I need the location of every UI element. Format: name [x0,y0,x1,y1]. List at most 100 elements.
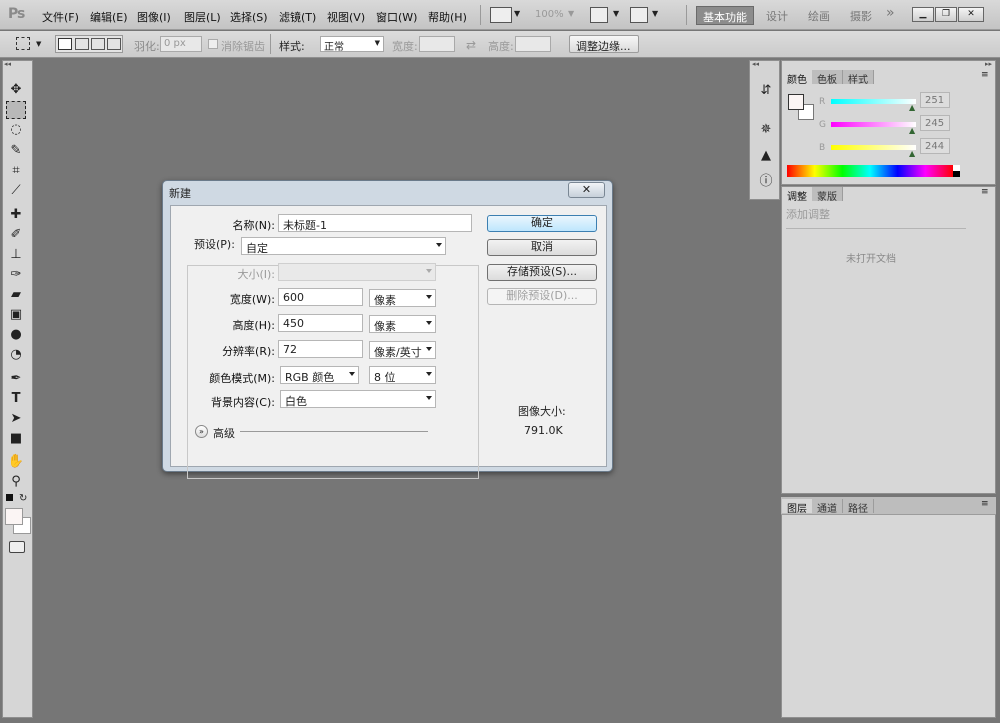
tab-color[interactable]: 颜色 [782,70,813,86]
g-slider[interactable] [831,122,916,127]
tab-swatches[interactable]: 色板 [812,70,843,86]
stamp-tool-icon[interactable]: ⊥ [6,246,26,264]
tab-paths[interactable]: 路径 [843,499,874,515]
width-input[interactable]: 600 [278,288,363,306]
bit-depth-select[interactable]: 8 位 [369,366,436,384]
arrange-documents-icon[interactable] [590,7,608,23]
r-slider[interactable] [831,99,916,104]
tab-styles[interactable]: 样式 [843,70,874,86]
resolution-input[interactable]: 72 [278,340,363,358]
tab-layers[interactable]: 图层 [782,499,813,515]
width-input[interactable] [419,36,455,52]
antialias-checkbox[interactable] [208,39,218,49]
ok-button[interactable]: 确定 [487,215,597,232]
b-value[interactable]: 244 [920,138,950,154]
color-ramp[interactable] [787,165,953,177]
info-panel-icon[interactable]: ⓘ [756,173,776,191]
chevron-down-icon[interactable]: ▼ [514,9,520,18]
quick-select-icon[interactable]: ✎ [6,142,26,160]
color-mode-select[interactable]: RGB 颜色 [280,366,359,384]
brush-tool-icon[interactable]: ✐ [6,226,26,244]
tab-channels[interactable]: 通道 [812,499,843,515]
dodge-tool-icon[interactable]: ◔ [6,346,26,364]
height-unit-select[interactable]: 像素 [369,315,436,333]
chevron-down-icon[interactable]: ▼ [652,9,658,18]
panel-menu-icon[interactable]: ≡ [981,187,989,197]
hand-tool-icon[interactable]: ✋ [6,453,26,471]
height-input[interactable]: 450 [278,314,363,332]
history-panel-icon[interactable]: ⇵ [756,82,776,100]
quick-mask-icon[interactable] [9,541,25,553]
gradient-tool-icon[interactable]: ▣ [6,306,26,324]
crop-tool-icon[interactable]: ⌗ [6,162,26,180]
menu-file[interactable]: 文件(F) [42,9,79,25]
add-selection-icon[interactable] [75,38,89,50]
workspace-painting[interactable]: 绘画 [802,6,836,25]
slider-handle-icon[interactable]: ▲ [909,103,915,112]
zoom-tool-icon[interactable]: ⚲ [6,473,26,491]
expand-advanced-icon[interactable]: » [195,425,208,438]
eyedropper-tool-icon[interactable]: ⟋ [6,182,26,200]
blur-tool-icon[interactable]: ● [6,326,26,344]
move-tool-icon[interactable]: ✥ [6,81,26,99]
histogram-panel-icon[interactable]: ▲ [756,147,776,165]
pen-tool-icon[interactable]: ✒ [6,370,26,388]
workspace-design[interactable]: 设计 [760,6,794,25]
collapse-icon[interactable]: ◂◂ [4,60,32,68]
feather-input[interactable]: 0 px [160,36,202,52]
resolution-unit-select[interactable]: 像素/英寸 [369,341,436,359]
new-selection-icon[interactable] [58,38,72,50]
menu-edit[interactable]: 编辑(E) [90,9,128,25]
black-white-ramp[interactable] [953,165,960,177]
workspace-essentials[interactable]: 基本功能 [696,6,754,25]
menu-filter[interactable]: 滤镜(T) [279,9,316,25]
menu-select[interactable]: 选择(S) [230,9,268,25]
chevron-down-icon[interactable]: ▼ [613,9,619,18]
swap-colors-icon[interactable]: ↻ [19,493,27,504]
more-workspaces-icon[interactable]: » [880,3,901,22]
panel-menu-icon[interactable]: ≡ [981,70,989,80]
workspace-photography[interactable]: 摄影 [844,6,878,25]
slider-handle-icon[interactable]: ▲ [909,126,915,135]
r-value[interactable]: 251 [920,92,950,108]
collapse-icon[interactable]: ◂◂ [752,60,778,68]
name-input[interactable]: 未标题-1 [278,214,472,232]
menu-image[interactable]: 图像(I) [137,9,171,25]
refine-edge-button[interactable]: 调整边缘... [569,35,639,53]
intersect-selection-icon[interactable] [107,38,121,50]
screen-mode-icon[interactable] [630,7,648,23]
cancel-button[interactable]: 取消 [487,239,597,256]
close-icon[interactable]: ✕ [568,182,605,198]
expand-icon[interactable]: ▸▸ [781,60,996,69]
slider-handle-icon[interactable]: ▲ [909,149,915,158]
minimize-icon[interactable]: ▁ [912,7,934,22]
menu-window[interactable]: 窗口(W) [376,9,417,25]
g-value[interactable]: 245 [920,115,950,131]
restore-icon[interactable]: ❐ [935,7,957,22]
menu-view[interactable]: 视图(V) [327,9,365,25]
swap-icon[interactable]: ⇄ [466,38,476,52]
tab-masks[interactable]: 蒙版 [812,187,843,203]
type-tool-icon[interactable]: T [6,390,26,408]
healing-brush-icon[interactable]: ✚ [6,206,26,224]
advanced-label[interactable]: 高级 [213,425,235,441]
style-select[interactable]: 正常 ▼ [320,36,384,53]
panel-menu-icon[interactable]: ≡ [981,499,989,509]
launch-bridge-icon[interactable] [490,7,512,23]
marquee-tool-icon[interactable] [16,37,30,50]
close-icon[interactable]: ✕ [958,7,984,22]
foreground-color-swatch[interactable] [788,94,804,110]
size-select[interactable] [278,263,436,281]
save-preset-button[interactable]: 存储预设(S)... [487,264,597,281]
navigator-panel-icon[interactable]: ✵ [756,121,776,139]
chevron-down-icon[interactable]: ▼ [568,9,574,18]
default-colors-icon[interactable] [6,494,13,501]
tab-adjustments[interactable]: 调整 [782,187,813,203]
marquee-tool-icon[interactable] [6,101,26,119]
subtract-selection-icon[interactable] [91,38,105,50]
b-slider[interactable] [831,145,916,150]
lasso-tool-icon[interactable]: ◌ [6,121,26,139]
history-brush-icon[interactable]: ✑ [6,266,26,284]
eraser-tool-icon[interactable]: ▰ [6,286,26,304]
zoom-level[interactable]: 100% [535,9,564,20]
